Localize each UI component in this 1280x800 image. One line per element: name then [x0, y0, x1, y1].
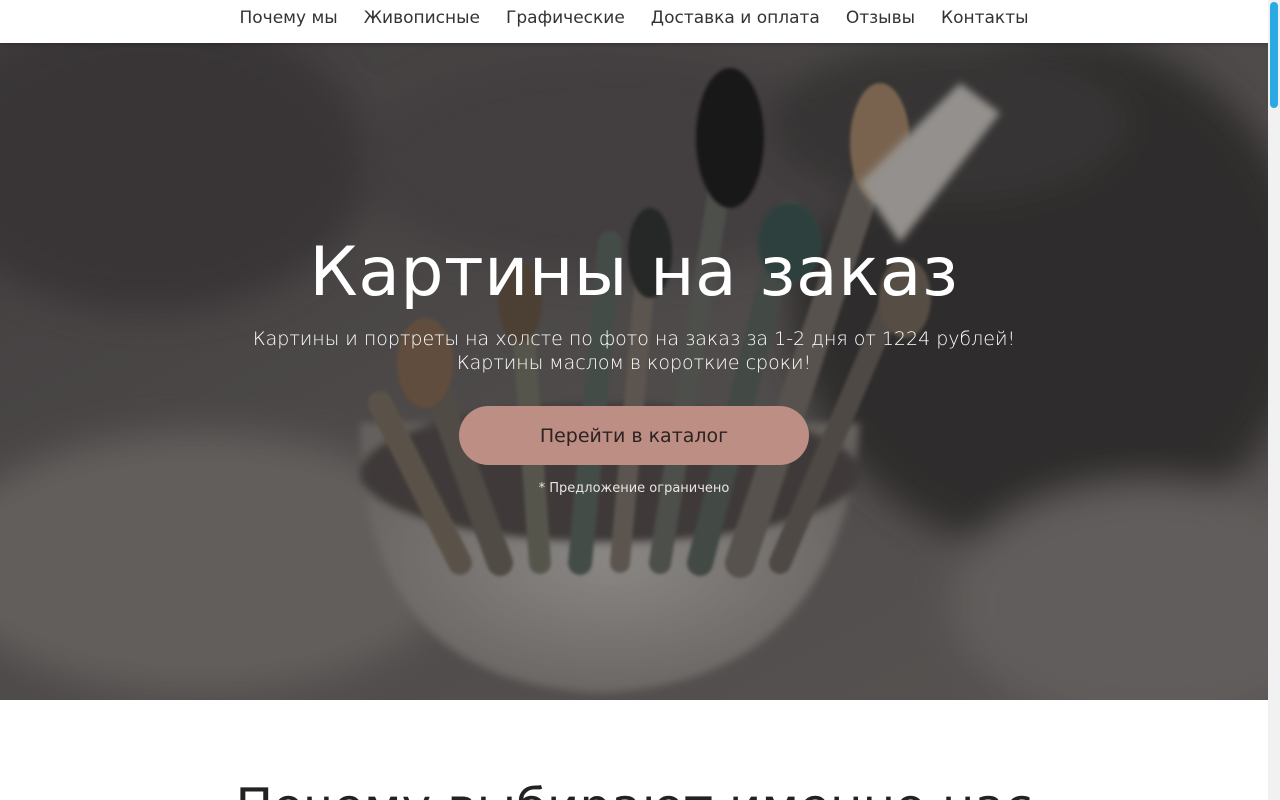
hero-content: Картины на заказ Картины и портреты на х… [0, 43, 1268, 700]
hero-section: Картины на заказ Картины и портреты на х… [0, 43, 1268, 700]
page: Почему мы Живописные Графические Доставк… [0, 0, 1280, 800]
hero-limited-offer-note: * Предложение ограничено [538, 481, 730, 496]
why-us-title: Почему выбирают именно нас [0, 778, 1268, 800]
top-navigation: Почему мы Живописные Графические Доставк… [0, 0, 1268, 43]
why-us-section: Почему выбирают именно нас [0, 700, 1268, 800]
go-to-catalog-button[interactable]: Перейти в каталог [459, 406, 809, 465]
nav-item-graphic[interactable]: Графические [493, 8, 638, 28]
hero-subtitle-line-2: Картины маслом в короткие сроки! [456, 352, 812, 374]
page-scrollbar[interactable] [1268, 0, 1280, 800]
nav-item-delivery-payment[interactable]: Доставка и оплата [638, 8, 833, 28]
hero-subtitle-line-1: Картины и портреты на холсте по фото на … [252, 328, 1016, 350]
nav-item-why-us[interactable]: Почему мы [226, 8, 350, 28]
hero-subtitle: Картины и портреты на холсте по фото на … [0, 327, 1268, 375]
scrollbar-thumb[interactable] [1270, 2, 1278, 108]
nav-item-contacts[interactable]: Контакты [928, 8, 1042, 28]
nav-item-painted[interactable]: Живописные [351, 8, 493, 28]
hero-title: Картины на заказ [309, 233, 959, 312]
nav-item-reviews[interactable]: Отзывы [833, 8, 928, 28]
nav-list: Почему мы Живописные Графические Доставк… [0, 0, 1268, 36]
